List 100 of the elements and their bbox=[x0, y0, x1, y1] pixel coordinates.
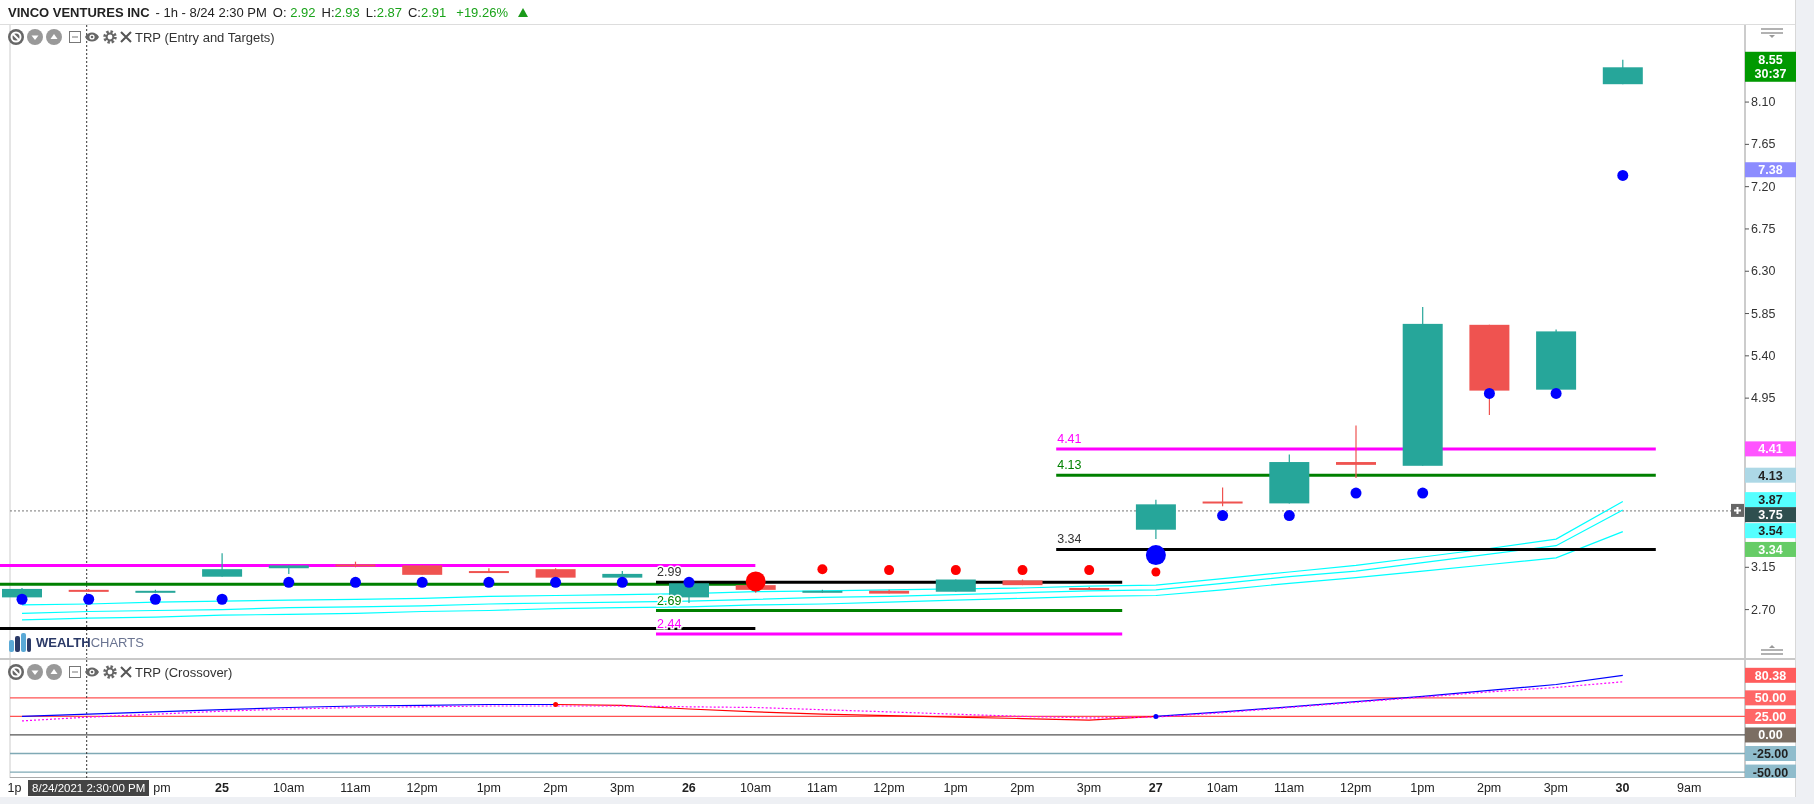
axis-label: 7.20 bbox=[1751, 179, 1776, 194]
price-tag: 4.13 bbox=[1745, 467, 1796, 483]
time-label: 3pm bbox=[610, 780, 635, 795]
settings-icon[interactable] bbox=[103, 665, 117, 679]
axis-label: 5.40 bbox=[1751, 348, 1776, 363]
price-tag: 7.38 bbox=[1745, 162, 1796, 178]
time-label: 10am bbox=[273, 780, 305, 795]
crosshair-tag: 3.75 bbox=[1745, 507, 1796, 523]
signal-dot bbox=[350, 576, 361, 588]
time-label: 12pm bbox=[1340, 780, 1372, 795]
slash-circle-icon[interactable] bbox=[8, 664, 24, 680]
falling-candle bbox=[68, 588, 109, 593]
price-tag: 50.00 bbox=[1745, 690, 1796, 706]
change-value: +19.26% bbox=[456, 4, 508, 20]
price-tag: -25.00 bbox=[1745, 746, 1796, 761]
time-label: 1pm bbox=[943, 780, 968, 795]
signal-dot bbox=[817, 564, 828, 575]
down-circle-icon[interactable] bbox=[27, 664, 43, 680]
expand-lines-icon[interactable] bbox=[1760, 645, 1784, 655]
signal-dot bbox=[83, 593, 95, 605]
rising-candle bbox=[202, 552, 243, 578]
signal-dot bbox=[149, 593, 161, 605]
time-label: 12pm bbox=[406, 780, 438, 795]
slash-circle-icon[interactable] bbox=[8, 29, 24, 45]
falling-candle bbox=[535, 567, 576, 579]
time-tooltip: 8/24/2021 2:30:00 PM bbox=[28, 779, 150, 796]
time-label: 11am bbox=[807, 780, 838, 795]
signal-dot bbox=[1417, 487, 1429, 499]
falling-candle bbox=[1336, 424, 1376, 479]
time-label: 27 bbox=[1148, 780, 1163, 795]
price-tag: 3.54 bbox=[1745, 523, 1796, 539]
falling-candle bbox=[1202, 486, 1243, 507]
axis-label: 2.70 bbox=[1751, 602, 1776, 617]
cross-dot bbox=[1153, 713, 1159, 719]
symbol-name: VINCO VENTURES INC bbox=[8, 4, 150, 20]
signal-dot bbox=[1350, 487, 1362, 499]
eye-icon[interactable] bbox=[84, 31, 100, 43]
time-label: 2pm bbox=[543, 780, 568, 795]
interval-label: - 1h - 8/24 2:30 PM bbox=[155, 4, 267, 20]
time-label: 10am bbox=[1206, 780, 1238, 795]
brand-name: WEALTHCHARTS bbox=[36, 634, 144, 650]
signal-dot bbox=[616, 576, 628, 588]
signal-dot bbox=[1283, 510, 1295, 522]
signal-dot bbox=[16, 593, 28, 605]
collapse-box-icon[interactable] bbox=[69, 31, 81, 43]
settings-icon[interactable] bbox=[103, 30, 117, 44]
signal-dot bbox=[683, 576, 695, 588]
level-label: 3.34 bbox=[1057, 532, 1082, 547]
axis-label: 5.85 bbox=[1751, 306, 1776, 321]
time-label: 1pm bbox=[476, 780, 501, 795]
ohlc-value: H:2.93 bbox=[321, 4, 360, 20]
cross-dot bbox=[553, 702, 559, 708]
rising-candle bbox=[802, 589, 843, 594]
close-icon[interactable] bbox=[120, 31, 132, 43]
rising-candle bbox=[1602, 59, 1643, 85]
ohlc-value: O: 2.92 bbox=[272, 4, 316, 20]
axis-label: 7.65 bbox=[1751, 137, 1776, 152]
time-label: 2pm bbox=[1010, 780, 1035, 795]
signal-dot bbox=[550, 576, 562, 588]
ohlc-value: L:2.87 bbox=[365, 4, 402, 20]
price-tag: 0.00 bbox=[1745, 727, 1796, 743]
eye-icon[interactable] bbox=[84, 666, 100, 678]
rising-candle bbox=[1135, 499, 1176, 540]
rising-candle bbox=[135, 589, 176, 594]
time-label: 11am bbox=[340, 780, 371, 795]
axis-label: 4.95 bbox=[1751, 391, 1776, 406]
up-circle-icon[interactable] bbox=[46, 664, 62, 680]
rising-candle bbox=[935, 578, 976, 593]
axis-label: 3.15 bbox=[1751, 560, 1776, 575]
price-tag: 3.87 bbox=[1745, 492, 1796, 508]
rising-candle bbox=[268, 564, 309, 575]
time-label: 30 bbox=[1615, 780, 1630, 795]
time-label: 11am bbox=[1273, 780, 1305, 795]
price-tag: -50.00 bbox=[1745, 764, 1796, 778]
price-tag: 8.55 30:37 bbox=[1745, 51, 1796, 82]
level-label: 4.41 bbox=[1057, 431, 1082, 446]
signal-dot bbox=[1483, 387, 1495, 399]
axis-label: 6.30 bbox=[1751, 264, 1776, 279]
indicator-label: TRP (Crossover) bbox=[135, 664, 233, 680]
time-label: 3pm bbox=[1543, 780, 1568, 795]
up-circle-icon[interactable] bbox=[46, 29, 62, 45]
indicator-label: TRP (Entry and Targets) bbox=[135, 29, 275, 45]
signal-dot bbox=[1550, 387, 1562, 399]
time-label: 12pm bbox=[873, 780, 905, 795]
rising-candle bbox=[1269, 453, 1310, 504]
falling-candle bbox=[869, 589, 910, 595]
close-icon[interactable] bbox=[120, 666, 132, 678]
time-label: 3pm bbox=[1076, 780, 1102, 795]
signal-dot bbox=[483, 576, 495, 588]
falling-candle bbox=[402, 564, 443, 576]
time-label: pm bbox=[153, 780, 171, 795]
ohlc-value: C:2.91 bbox=[408, 4, 447, 20]
collapse-box-icon[interactable] bbox=[69, 666, 81, 678]
down-circle-icon[interactable] bbox=[27, 29, 43, 45]
add-icon[interactable] bbox=[1731, 503, 1744, 517]
signal-dot bbox=[1084, 565, 1095, 576]
falling-candle bbox=[1069, 586, 1110, 591]
rising-candle bbox=[1536, 328, 1577, 391]
collapse-lines-icon[interactable] bbox=[1760, 28, 1784, 38]
time-label: 26 bbox=[681, 780, 696, 795]
